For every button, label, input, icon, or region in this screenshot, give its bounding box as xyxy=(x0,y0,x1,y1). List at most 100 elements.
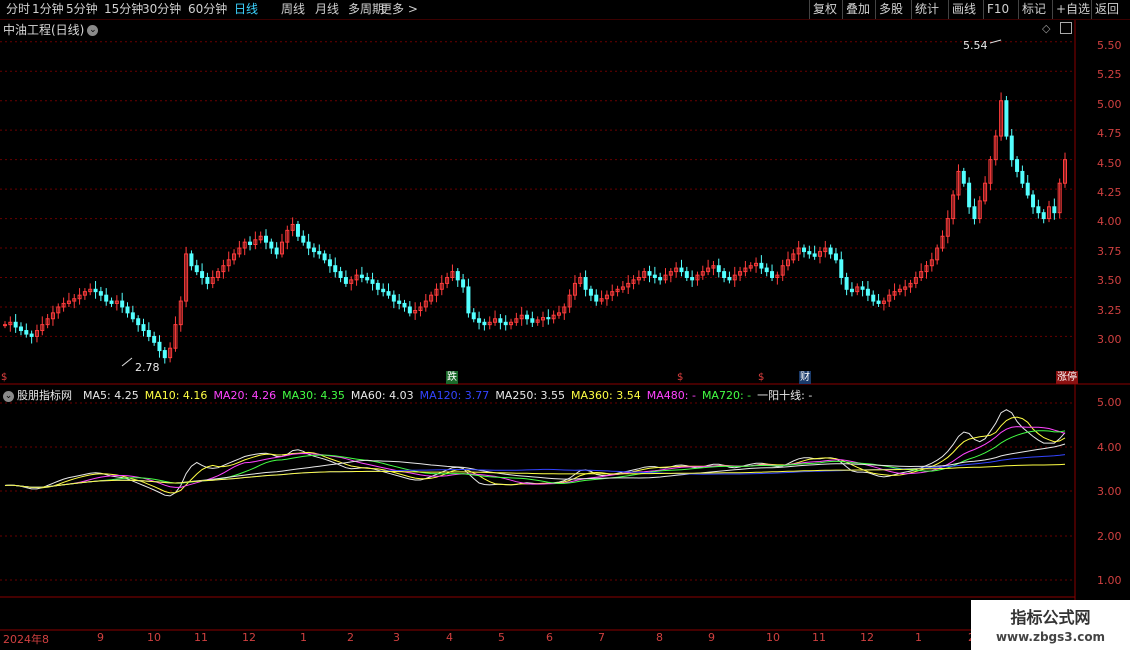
price-tick: 4.75 xyxy=(1097,127,1122,141)
candle-body xyxy=(684,271,689,279)
price-tick: 4.50 xyxy=(1097,156,1122,170)
legend-item-8: MA480: - xyxy=(646,389,696,402)
candle-body xyxy=(24,330,29,335)
legend-item-2: MA20: 4.26 xyxy=(213,389,277,402)
chevron-down-icon[interactable]: ⌄ xyxy=(3,390,14,402)
candle-body xyxy=(727,277,732,281)
date-tick: 11 xyxy=(194,631,208,644)
candle-body xyxy=(157,341,162,352)
candle-body xyxy=(967,182,972,208)
legend-item-3: MA30: 4.35 xyxy=(282,389,345,402)
ma-line xyxy=(4,426,1066,488)
candle-body xyxy=(264,235,269,243)
date-tick: 4 xyxy=(446,631,453,644)
date-tick: 1 xyxy=(300,631,307,644)
candle-body xyxy=(205,277,210,284)
date-tick: 1 xyxy=(915,631,922,644)
event-tag[interactable]: $ xyxy=(676,371,684,384)
price-tick: 4.25 xyxy=(1097,186,1122,199)
legend-item-0: MA5: 4.25 xyxy=(83,389,139,402)
candle-body xyxy=(860,286,865,290)
indicator-legend: ⌄ 股朋指标网 MA5: 4.25 MA10: 4.16 MA20: 4.26 MA30:… xyxy=(3,387,824,403)
ma-line xyxy=(4,430,1066,488)
candle-body xyxy=(327,259,332,267)
price-tick: 3.25 xyxy=(1097,303,1122,317)
candle-body xyxy=(125,306,130,314)
candle-body xyxy=(865,288,870,296)
candle-body xyxy=(338,271,343,279)
candle-body xyxy=(482,321,487,326)
date-tick: 11 xyxy=(812,631,826,644)
legend-item-6: MA250: 3.55 xyxy=(495,389,566,402)
candle-body xyxy=(152,335,157,343)
candle-body xyxy=(876,300,881,304)
date-tick: 8 xyxy=(656,631,663,644)
indicator-tick: 2.00 xyxy=(1097,529,1122,543)
date-tick: 10 xyxy=(766,631,780,644)
date-tick: 7 xyxy=(598,631,605,644)
event-tag[interactable]: $ xyxy=(757,371,765,384)
legend-item-1: MA10: 4.16 xyxy=(144,389,208,402)
event-tag[interactable]: $ xyxy=(0,371,8,384)
indicator-tick: 3.00 xyxy=(1097,485,1122,499)
date-tick: 9 xyxy=(708,631,715,644)
candle-body xyxy=(833,253,838,261)
candle-body xyxy=(812,253,817,257)
indicator-name[interactable]: 股朋指标网 xyxy=(17,389,72,402)
candle-body xyxy=(1031,194,1036,208)
candle-body xyxy=(652,274,657,278)
candle-body xyxy=(98,291,103,296)
candle-body xyxy=(375,282,380,290)
candle-body xyxy=(343,277,348,284)
candle-body xyxy=(461,279,466,288)
candle-body xyxy=(530,318,535,323)
candle-body xyxy=(722,271,727,279)
date-tick: 5 xyxy=(498,631,505,644)
candle-body xyxy=(93,288,98,293)
candle-body xyxy=(1025,182,1030,196)
candle-body xyxy=(18,326,23,332)
candle-body xyxy=(162,350,167,359)
price-tick: 3.50 xyxy=(1097,274,1122,288)
price-tick: 5.25 xyxy=(1097,68,1122,82)
date-tick: 6 xyxy=(546,631,553,644)
candle-body xyxy=(807,251,812,255)
indicator-tick: 4.00 xyxy=(1097,440,1122,454)
candle-body xyxy=(477,318,482,323)
event-tag[interactable]: 财 xyxy=(799,371,811,384)
candle-body xyxy=(647,271,652,276)
candle-body xyxy=(136,318,141,326)
candle-body xyxy=(961,170,966,184)
candle-body xyxy=(407,306,412,314)
candle-body xyxy=(381,288,386,293)
event-tag[interactable]: 涨停 xyxy=(1056,371,1078,384)
price-tick: 5.00 xyxy=(1097,97,1122,111)
candle-body xyxy=(104,294,109,302)
price-tick: 3.00 xyxy=(1097,333,1122,346)
legend-item-7: MA360: 3.54 xyxy=(571,389,641,402)
date-tick: 12 xyxy=(860,631,874,644)
date-tick: 9 xyxy=(97,631,104,644)
candle-body xyxy=(402,302,407,308)
main-chart[interactable] xyxy=(0,0,1130,650)
candle-body xyxy=(828,247,833,255)
candle-body xyxy=(1009,135,1014,161)
candle-body xyxy=(849,288,854,293)
candle-body xyxy=(29,333,34,337)
candle-body xyxy=(1036,206,1041,214)
event-tag[interactable]: 跌 xyxy=(446,371,458,384)
legend-item-4: MA60: 4.03 xyxy=(350,389,414,402)
candle-body xyxy=(764,267,769,273)
candle-body xyxy=(972,206,977,220)
candle-body xyxy=(370,279,375,284)
price-tick: 4.00 xyxy=(1097,215,1122,229)
watermark-url: www.zbgs3.com xyxy=(995,630,1106,644)
candle-body xyxy=(333,265,338,273)
site-watermark: 指标公式网 www.zbgs3.com xyxy=(971,600,1130,650)
date-tick: 3 xyxy=(393,631,400,644)
candle-body xyxy=(130,312,135,320)
candle-body xyxy=(269,241,274,249)
candle-body xyxy=(194,265,199,273)
candle-body xyxy=(146,330,151,337)
candle-body xyxy=(317,251,322,255)
